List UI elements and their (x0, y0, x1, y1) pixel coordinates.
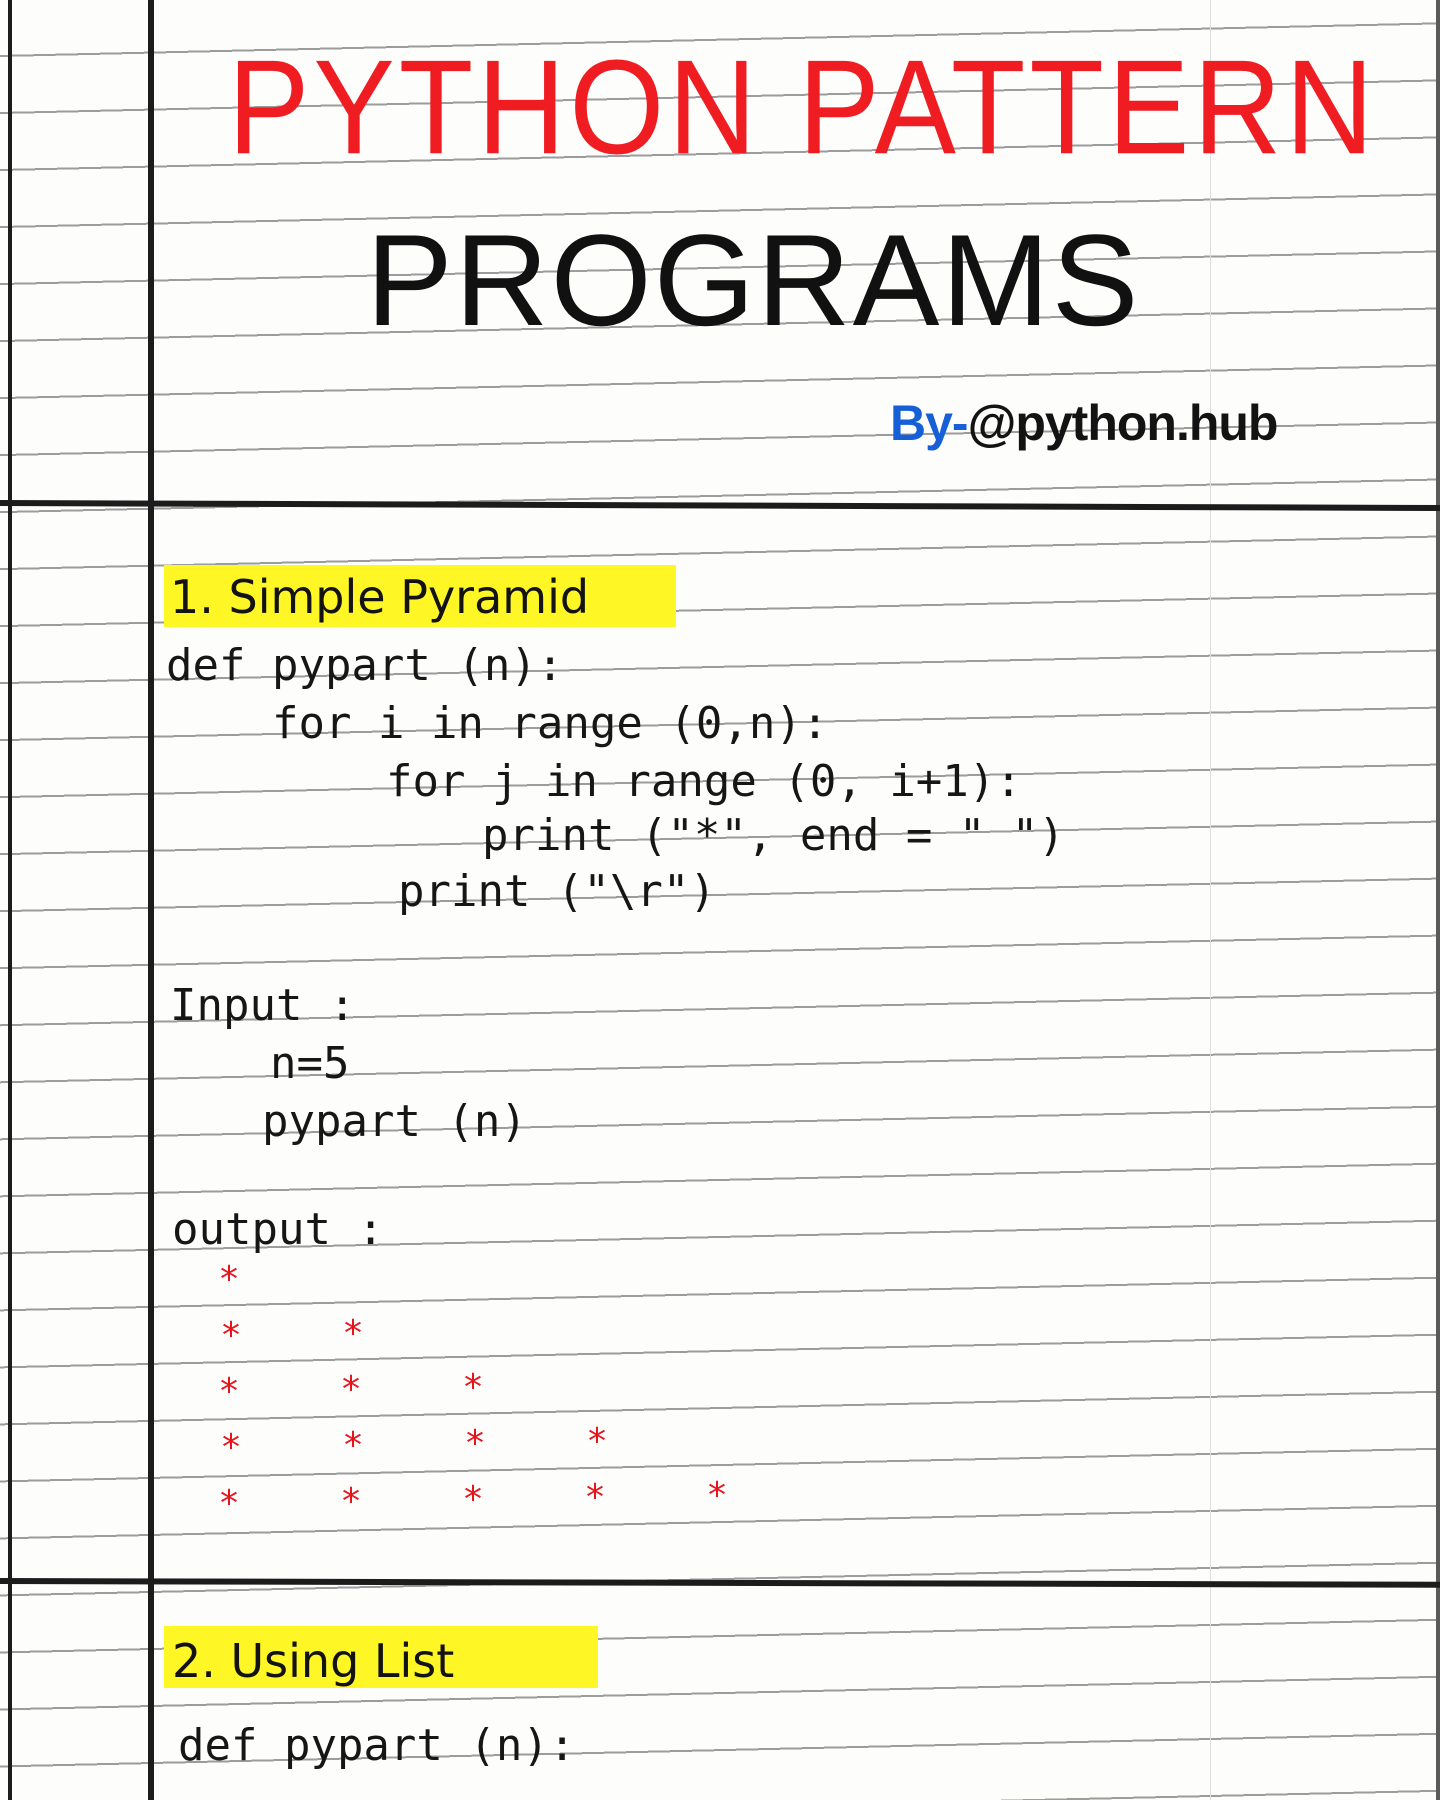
bleed-through-line (1210, 0, 1211, 1800)
input-call: pypart (n) (262, 1096, 527, 1147)
output-star: * (220, 1483, 238, 1524)
output-star: * (222, 1315, 240, 1356)
page-edge-line (8, 0, 12, 1800)
notebook-page: PYTHON PATTERN PROGRAMS By-@python.hub 1… (0, 0, 1440, 1800)
output-label: output : (172, 1204, 384, 1255)
output-star: * (708, 1475, 726, 1516)
margin-line (148, 0, 154, 1800)
output-star: * (464, 1367, 482, 1408)
section-divider-2 (0, 1578, 1440, 1588)
output-star: * (344, 1313, 362, 1354)
output-star: * (220, 1371, 238, 1412)
title-programs: PROGRAMS (366, 207, 1141, 353)
star-pyramid-output: * * * * * * * * * * * * * * * (220, 1262, 780, 1552)
output-star: * (586, 1477, 604, 1518)
output-star: * (588, 1421, 606, 1462)
author-handle: @python.hub (967, 395, 1279, 451)
input-n-value: n=5 (270, 1038, 350, 1089)
output-star: * (466, 1423, 484, 1464)
section-2-heading: 2. Using List (172, 1634, 455, 1688)
section-divider-1 (0, 500, 1440, 512)
output-star: * (342, 1481, 360, 1522)
author-credit: By-@python.hub (890, 394, 1279, 452)
code-line-def: def pypart (n): (166, 640, 564, 691)
input-label: Input : (170, 980, 356, 1031)
section-1-heading: 1. Simple Pyramid (170, 570, 590, 624)
output-star: * (342, 1369, 360, 1410)
code-line-print-newline: print ("\r") (398, 866, 716, 917)
code-line-inner-loop: for j in range (0, i+1): (386, 756, 1022, 807)
right-edge-line (1436, 0, 1440, 1800)
code-line-def-2: def pypart (n): (178, 1720, 576, 1771)
code-line-outer-loop: for i in range (0,n): (272, 698, 829, 749)
by-label: By- (890, 395, 969, 451)
output-star: * (220, 1259, 238, 1300)
output-star: * (344, 1425, 362, 1466)
code-line-print-star: print ("*", end = " ") (482, 810, 1065, 861)
title-python-pattern: PYTHON PATTERN (228, 32, 1378, 182)
output-star: * (222, 1427, 240, 1468)
output-star: * (464, 1479, 482, 1520)
